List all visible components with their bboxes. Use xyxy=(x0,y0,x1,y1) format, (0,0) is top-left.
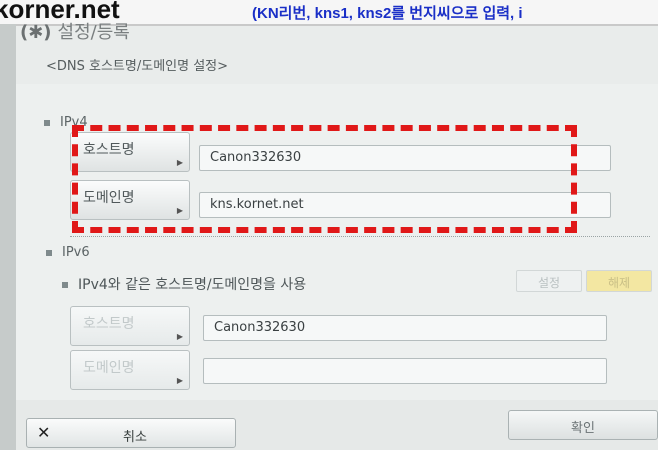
ipv6-hostname-button[interactable]: 호스트명 ▶ xyxy=(70,306,190,346)
chevron-right-icon: ▶ xyxy=(176,376,183,385)
ok-button[interactable]: 확인 xyxy=(508,410,658,440)
settings-mark-icon: (✱) xyxy=(20,22,52,43)
page-title: 설정/등록 xyxy=(57,22,130,43)
ipv6-domain-button[interactable]: 도메인명 ▶ xyxy=(70,350,190,390)
ipv6-hostname-field[interactable]: Canon332630 xyxy=(203,315,607,341)
ipv6-option-label: IPv4와 같은 호스트명/도메인명을 사용 xyxy=(78,277,307,293)
ipv6-section-label: IPv6 xyxy=(46,245,90,260)
banner-note: (KN리번, kns1, kns2를 번지씨으로 입력, i xyxy=(252,5,523,22)
ipv6-option-row: IPv4와 같은 호스트명/도메인명을 사용 xyxy=(62,274,306,294)
cancel-label: 취소 xyxy=(123,430,147,445)
bullet-icon xyxy=(46,249,52,256)
bullet-icon xyxy=(44,119,50,126)
cancel-button[interactable]: ✕ 취소 xyxy=(26,418,236,448)
toggle-on-button[interactable]: 설정 xyxy=(516,270,582,292)
page-subtitle: <DNS 호스트명/도메인명 설정> xyxy=(46,59,229,74)
close-icon: ✕ xyxy=(37,423,51,442)
screen-bezel xyxy=(0,24,16,450)
red-dashed-highlight xyxy=(72,125,577,233)
ipv6-domain-field[interactable] xyxy=(203,358,607,384)
toggle-off-button[interactable]: 해제 xyxy=(586,270,652,292)
section-divider xyxy=(70,236,650,237)
screen-title: (✱) 설정/등록 xyxy=(20,18,130,44)
bullet-icon xyxy=(62,282,68,288)
chevron-right-icon: ▶ xyxy=(176,332,183,341)
